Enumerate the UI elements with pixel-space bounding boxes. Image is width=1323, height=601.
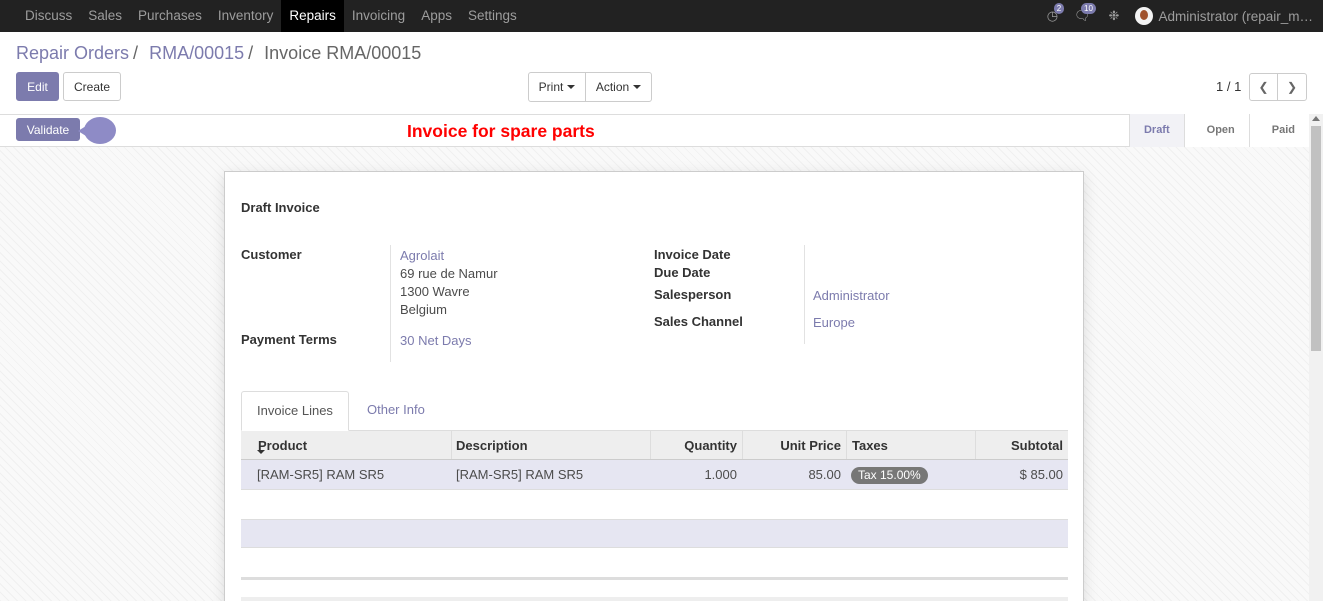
caret-down-icon bbox=[567, 85, 576, 89]
statusbar bbox=[0, 114, 1309, 147]
breadcrumb-current: Invoice RMA/00015 bbox=[264, 43, 422, 63]
column-unit-price[interactable]: Unit Price bbox=[742, 431, 846, 459]
activity-clock-icon[interactable]: ◷ 2 bbox=[1047, 3, 1065, 24]
menu-apps[interactable]: Apps bbox=[413, 0, 460, 32]
debug-bug-icon[interactable]: ❉ bbox=[1109, 8, 1120, 24]
vertical-scrollbar[interactable] bbox=[1309, 114, 1323, 601]
annotation-marker bbox=[78, 117, 116, 144]
create-button[interactable]: Create bbox=[63, 72, 121, 101]
status-stages: Draft Open Paid bbox=[1128, 114, 1309, 147]
chevron-left-icon: ❮ bbox=[1258, 80, 1269, 94]
menu-purchases[interactable]: Purchases bbox=[130, 0, 210, 32]
tab-invoice-lines[interactable]: Invoice Lines bbox=[241, 391, 349, 431]
chevron-right-icon: ❯ bbox=[1286, 80, 1298, 94]
sales-channel-link[interactable]: Europe bbox=[813, 314, 855, 332]
breadcrumb-repair-orders[interactable]: Repair Orders bbox=[16, 43, 129, 63]
cell-product: [RAM-SR5] RAM SR5 bbox=[257, 467, 385, 482]
print-dropdown[interactable]: Print bbox=[528, 72, 586, 102]
divider bbox=[804, 245, 805, 344]
due-date-label: Due Date bbox=[654, 265, 711, 280]
menu-repairs[interactable]: Repairs bbox=[281, 0, 344, 32]
customer-link[interactable]: Agrolait bbox=[400, 247, 498, 265]
stage-draft[interactable]: Draft bbox=[1128, 114, 1184, 147]
horizontal-scrollbar[interactable] bbox=[241, 597, 1068, 601]
activity-badge: 2 bbox=[1053, 3, 1065, 14]
menu-sales[interactable]: Sales bbox=[80, 0, 130, 32]
breadcrumb-separator: / bbox=[133, 43, 139, 63]
invoice-date-label: Invoice Date bbox=[654, 247, 731, 262]
stage-open[interactable]: Open bbox=[1183, 114, 1249, 147]
cell-quantity: 1.000 bbox=[704, 467, 737, 482]
messages-chat-icon[interactable]: 🗨 10 bbox=[1074, 3, 1096, 24]
address-line: Belgium bbox=[400, 302, 447, 317]
edit-button[interactable]: Edit bbox=[16, 72, 59, 101]
action-dropdown[interactable]: Action bbox=[585, 72, 652, 102]
address-line: 69 rue de Namur bbox=[400, 266, 498, 281]
user-menu[interactable]: Administrator (repair_m… bbox=[1135, 7, 1313, 25]
sales-channel-label: Sales Channel bbox=[654, 314, 743, 329]
divider bbox=[390, 245, 391, 362]
menu-settings[interactable]: Settings bbox=[460, 0, 525, 32]
main-menu: Discuss Sales Purchases Inventory Repair… bbox=[0, 0, 525, 32]
column-description[interactable]: Description bbox=[451, 431, 650, 459]
cell-taxes: Tax 15.00% bbox=[851, 460, 975, 489]
cell-description: [RAM-SR5] RAM SR5 bbox=[456, 467, 584, 482]
payment-terms-label: Payment Terms bbox=[241, 332, 337, 347]
pager-next-button[interactable]: ❯ bbox=[1277, 73, 1307, 101]
table-footer bbox=[241, 577, 1068, 580]
column-taxes[interactable]: Taxes bbox=[846, 431, 975, 459]
salesperson-link[interactable]: Administrator bbox=[813, 287, 890, 305]
top-navbar: Discuss Sales Purchases Inventory Repair… bbox=[0, 0, 1323, 32]
print-label: Print bbox=[538, 80, 564, 94]
validate-button[interactable]: Validate bbox=[16, 118, 80, 141]
invoice-sheet: Draft Invoice Customer Agrolait 69 rue d… bbox=[224, 171, 1084, 601]
address-line: 1300 Wavre bbox=[400, 284, 470, 299]
avatar bbox=[1135, 7, 1154, 25]
user-name: Administrator (repair_m… bbox=[1158, 8, 1313, 24]
systray: ◷ 2 🗨 10 ❉ Administrator (repair_m… bbox=[1047, 0, 1323, 32]
column-subtotal[interactable]: Subtotal bbox=[975, 431, 1068, 459]
cell-subtotal: $ 85.00 bbox=[1019, 467, 1063, 482]
payment-terms-link[interactable]: 30 Net Days bbox=[400, 332, 472, 350]
column-product[interactable]: Product bbox=[255, 431, 451, 459]
messages-badge: 10 bbox=[1081, 3, 1096, 14]
scroll-up-icon[interactable] bbox=[1312, 116, 1320, 121]
menu-invoicing[interactable]: Invoicing bbox=[344, 0, 413, 32]
caret-down-icon bbox=[633, 85, 642, 89]
menu-inventory[interactable]: Inventory bbox=[210, 0, 282, 32]
column-quantity[interactable]: Quantity bbox=[650, 431, 742, 459]
breadcrumb-rma[interactable]: RMA/00015 bbox=[149, 43, 244, 63]
salesperson-label: Salesperson bbox=[654, 287, 732, 302]
table-header: Product Description Quantity Unit Price … bbox=[241, 431, 1068, 460]
tab-other-info[interactable]: Other Info bbox=[367, 391, 425, 431]
breadcrumb: Repair Orders / RMA/00015/ Invoice RMA/00… bbox=[16, 43, 421, 64]
table-row[interactable]: [RAM-SR5] RAM SR5 [RAM-SR5] RAM SR5 1.00… bbox=[241, 460, 1068, 490]
stage-paid[interactable]: Paid bbox=[1248, 114, 1309, 147]
page-title: Draft Invoice bbox=[241, 200, 320, 215]
customer-label: Customer bbox=[241, 247, 302, 262]
pager-value: 1 / 1 bbox=[1216, 79, 1242, 94]
scrollbar-thumb[interactable] bbox=[1311, 126, 1321, 351]
breadcrumb-separator: / bbox=[248, 43, 254, 63]
pager-previous-button[interactable]: ❮ bbox=[1249, 73, 1278, 101]
annotation-text: Invoice for spare parts bbox=[407, 121, 595, 141]
menu-discuss[interactable]: Discuss bbox=[17, 0, 80, 32]
tax-badge: Tax 15.00% bbox=[851, 467, 928, 484]
cell-unit-price: 85.00 bbox=[808, 467, 841, 482]
invoice-lines-table: Product Description Quantity Unit Price … bbox=[241, 431, 1068, 490]
customer-field: Agrolait 69 rue de Namur 1300 Wavre Belg… bbox=[400, 247, 498, 319]
notebook-tabs: Invoice Lines Other Info bbox=[241, 391, 1068, 431]
action-label: Action bbox=[595, 80, 630, 94]
empty-row bbox=[241, 519, 1068, 548]
